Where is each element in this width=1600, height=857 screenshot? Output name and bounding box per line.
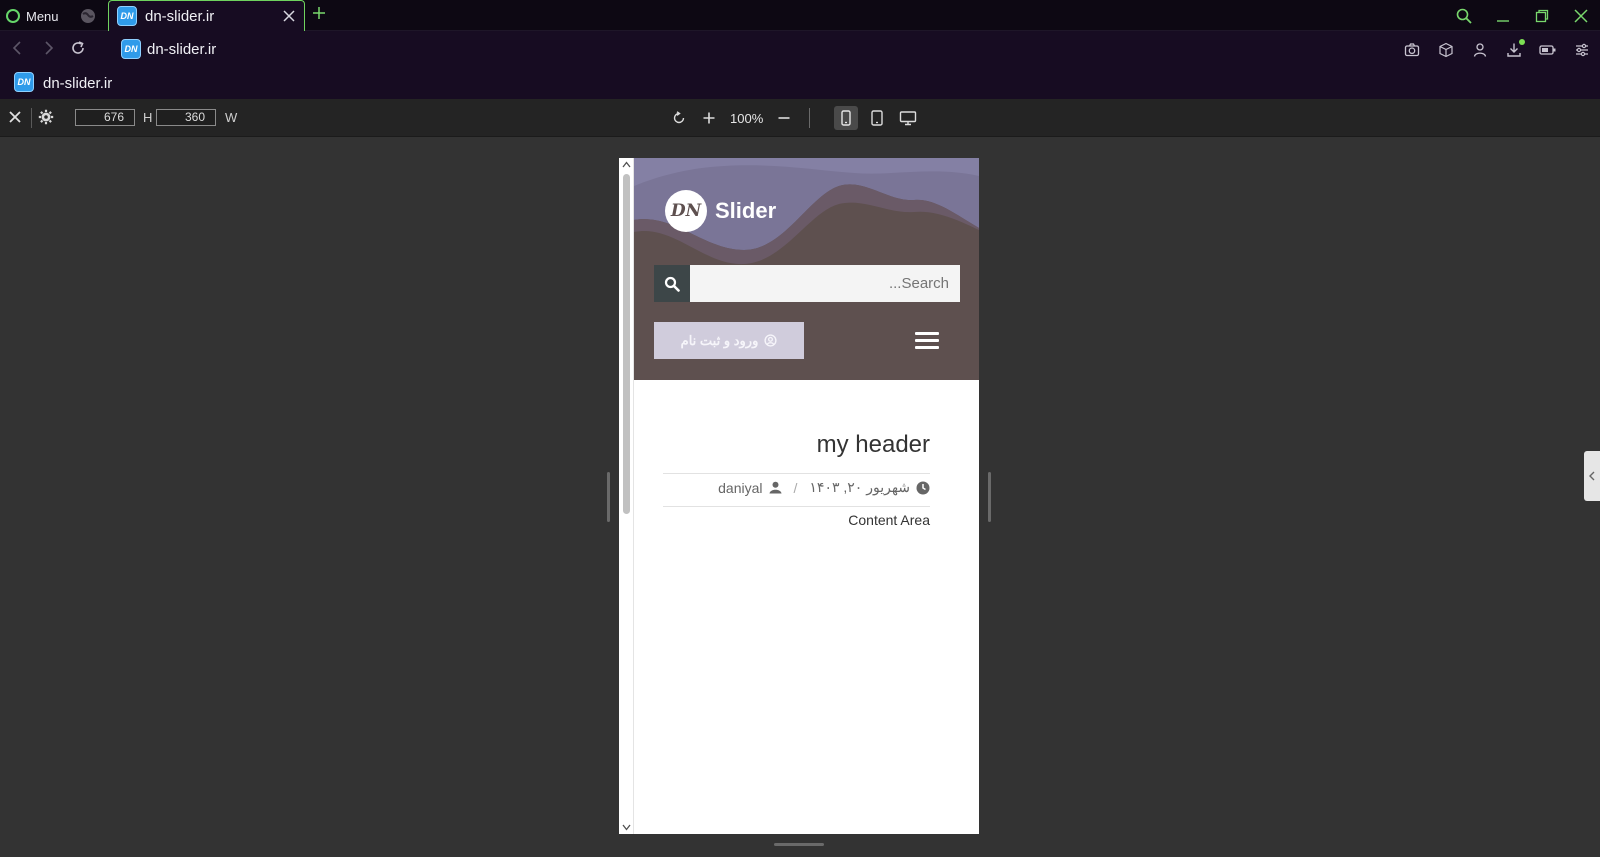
camera-icon[interactable] — [1402, 40, 1422, 60]
zoom-controls: 100% — [672, 106, 920, 130]
user-icon — [769, 481, 782, 494]
dn-slider-favicon-icon: DN — [117, 6, 137, 26]
clock-icon — [916, 481, 930, 494]
tab-title: dn-slider.ir — [145, 7, 215, 25]
tablet-view-icon[interactable] — [865, 106, 889, 130]
address-text[interactable]: dn-slider.ir — [147, 41, 216, 58]
window-controls — [1444, 0, 1600, 31]
divider — [809, 108, 811, 128]
login-register-button[interactable]: ورود و ثبت نام — [654, 322, 804, 359]
back-icon[interactable] — [10, 40, 26, 56]
scroll-down-icon[interactable] — [622, 824, 631, 831]
post-title[interactable]: my header — [817, 431, 930, 459]
battery-saver-icon[interactable] — [1538, 40, 1558, 60]
site-logo[interactable]: DN Slider — [665, 190, 776, 232]
restore-icon[interactable] — [1522, 0, 1561, 31]
hamburger-menu-icon[interactable] — [915, 328, 939, 352]
settings-gear-icon[interactable] — [38, 109, 54, 125]
download-badge — [1519, 39, 1525, 45]
menu-label: Menu — [26, 8, 59, 24]
search-input[interactable] — [690, 265, 960, 302]
tab-dn-slider[interactable]: DN dn-slider.ir — [108, 0, 305, 31]
close-tab-icon[interactable] — [282, 9, 296, 23]
zoom-in-icon[interactable] — [702, 111, 716, 125]
minimize-icon[interactable] — [1483, 0, 1522, 31]
height-input[interactable]: 676 — [75, 109, 135, 126]
opera-logo-icon — [6, 9, 20, 23]
download-icon[interactable] — [1504, 39, 1525, 60]
bookmark-bar: DN dn-slider.ir — [0, 67, 1600, 99]
easy-setup-icon[interactable] — [1572, 40, 1592, 60]
divider — [663, 506, 930, 507]
opera-menu-button[interactable]: Menu — [6, 5, 59, 27]
scroll-up-icon[interactable] — [622, 161, 631, 168]
viewport-scrollbar[interactable] — [619, 158, 634, 834]
user-circle-icon — [764, 334, 777, 347]
resize-handle-right[interactable] — [988, 472, 991, 522]
post-date[interactable]: شهریور ۲۰, ۱۴۰۳ — [809, 479, 910, 496]
mobile-view-icon[interactable] — [834, 106, 859, 130]
search-icon — [664, 276, 680, 292]
zoom-out-icon[interactable] — [777, 111, 791, 125]
resize-handle-left[interactable] — [607, 472, 610, 522]
new-tab-button[interactable] — [312, 6, 326, 20]
rotate-icon[interactable] — [672, 111, 686, 125]
width-label: W — [225, 110, 238, 125]
search-tabs-icon[interactable] — [1444, 0, 1483, 31]
side-panel-toggle[interactable] — [1584, 451, 1600, 501]
search-form — [654, 265, 960, 302]
logo-text: Slider — [715, 198, 777, 223]
nav-buttons — [10, 40, 86, 56]
desktop-view-icon[interactable] — [896, 106, 920, 130]
divider — [663, 473, 930, 474]
scrollbar-thumb[interactable] — [623, 174, 630, 514]
width-input[interactable]: 360 — [156, 109, 216, 126]
address-bar: DN dn-slider.ir — [0, 31, 1600, 67]
address-favicon-icon: DN — [121, 39, 141, 59]
post-author[interactable]: daniyal — [718, 480, 762, 496]
content-area-text: Content Area — [848, 512, 930, 528]
reload-icon[interactable] — [70, 40, 86, 56]
bookmark-dn-slider[interactable]: dn-slider.ir — [43, 75, 112, 92]
close-responsive-icon[interactable] — [8, 110, 22, 124]
resize-handle-bottom[interactable] — [774, 843, 824, 846]
account-icon[interactable] — [1470, 40, 1490, 60]
post-meta: شهریور ۲۰, ۱۴۰۳ / daniyal — [718, 479, 930, 496]
zoom-level: 100% — [730, 110, 764, 126]
cube-icon[interactable] — [1436, 40, 1456, 60]
divider — [31, 108, 32, 128]
search-button[interactable] — [654, 265, 690, 302]
login-label: ورود و ثبت نام — [680, 332, 759, 348]
close-window-icon[interactable] — [1561, 0, 1600, 31]
dn-logo-icon: DN — [665, 190, 707, 232]
responsive-toolbar: 676 H 360 W 100% — [0, 99, 1600, 137]
forward-icon[interactable] — [40, 40, 56, 56]
site-header: DN Slider ورود و ثبت نام — [634, 158, 979, 380]
tab-bar: Menu DN dn-slider.ir — [0, 0, 1600, 31]
meta-separator: / — [793, 479, 798, 496]
height-label: H — [143, 110, 153, 125]
globe-tab-icon[interactable] — [80, 8, 96, 24]
bookmark-favicon-icon: DN — [14, 72, 34, 92]
emulated-viewport: DN Slider ورود و ثبت نام my header شهریو… — [619, 158, 979, 834]
toolbar-icons — [1402, 39, 1592, 60]
